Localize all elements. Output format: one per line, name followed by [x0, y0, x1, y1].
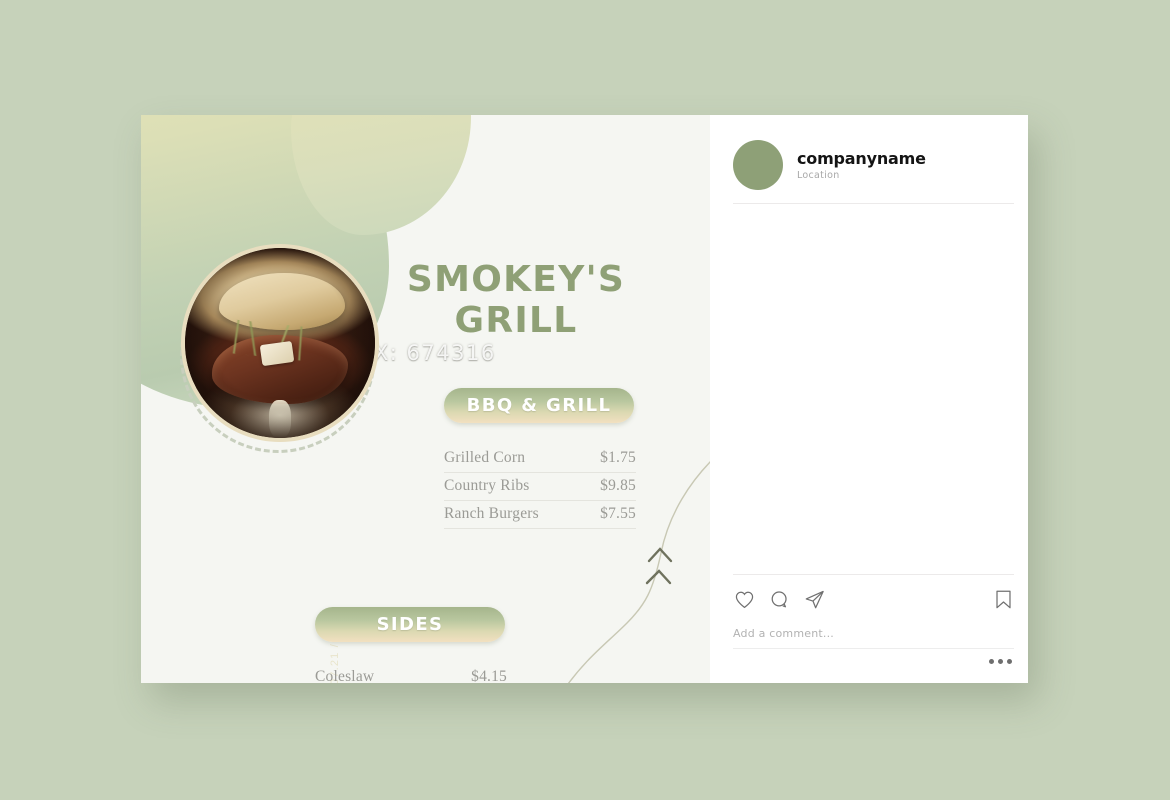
more-dot: [989, 659, 994, 664]
menu-item-price: $1.75: [600, 449, 636, 466]
username-label[interactable]: companyname: [797, 149, 926, 168]
menu-item-row: Country Ribs $9.85: [444, 473, 636, 501]
more-dot: [1007, 659, 1012, 664]
menu-item-price: $9.85: [600, 477, 636, 494]
menu-item-price: $4.15: [471, 668, 507, 683]
menu-list-sides: Coleslaw $4.15 Corn Soup $3.85 French Fr…: [315, 664, 507, 683]
more-options-icon[interactable]: [989, 659, 1012, 664]
food-photo: [185, 248, 375, 438]
post-mockup-card: / 27.07.21 / SMOKEY'S GRILL 技术支持QQ/WX: 6…: [141, 115, 1028, 683]
avatar[interactable]: [733, 140, 783, 190]
photo-vignette: [185, 248, 375, 438]
menu-item-row: Ranch Burgers $7.55: [444, 501, 636, 529]
food-photo-container: [180, 248, 376, 453]
post-action-bar: [733, 578, 1014, 620]
comment-input[interactable]: [733, 627, 1014, 649]
share-icon[interactable]: [803, 588, 826, 611]
menu-item-name: Grilled Corn: [444, 449, 526, 466]
menu-item-row: Grilled Corn $1.75: [444, 445, 636, 473]
menu-item-name: Country Ribs: [444, 477, 530, 494]
header-divider: [733, 203, 1014, 204]
post-author-block: companyname Location: [797, 149, 926, 181]
heart-icon[interactable]: [733, 588, 756, 611]
page-title: SMOKEY'S GRILL: [406, 259, 626, 341]
instagram-post-panel: companyname Location: [710, 115, 1028, 683]
menu-item-name: Coleslaw: [315, 668, 375, 683]
location-label[interactable]: Location: [797, 170, 926, 181]
menu-design-panel: / 27.07.21 / SMOKEY'S GRILL 技术支持QQ/WX: 6…: [141, 115, 710, 683]
primary-actions: [733, 588, 826, 611]
comment-icon[interactable]: [768, 588, 791, 611]
post-header: companyname Location: [733, 140, 1014, 190]
menu-item-price: $7.55: [600, 505, 636, 522]
actions-divider: [733, 574, 1014, 575]
more-dot: [998, 659, 1003, 664]
category-pill-bbq: BBQ & GRILL: [444, 388, 634, 423]
menu-item-name: Ranch Burgers: [444, 505, 539, 522]
menu-list-bbq: Grilled Corn $1.75 Country Ribs $9.85 Ra…: [444, 445, 636, 529]
menu-item-row: Coleslaw $4.15: [315, 664, 507, 683]
bookmark-icon[interactable]: [993, 588, 1014, 611]
category-pill-sides: SIDES: [315, 607, 505, 642]
